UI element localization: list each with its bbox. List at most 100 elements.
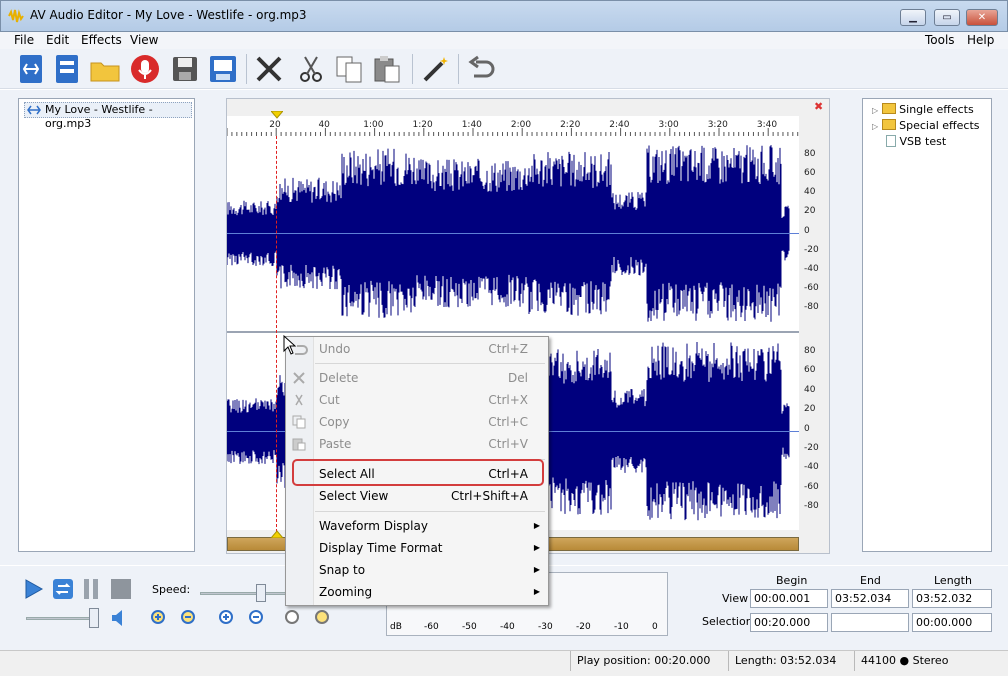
- save-icon: [173, 57, 197, 81]
- close-file-icon[interactable]: ✖: [814, 100, 823, 113]
- db-label: -20: [804, 442, 819, 453]
- menu-item-paste[interactable]: Paste Ctrl+V: [286, 433, 548, 455]
- db-label: 20: [804, 206, 816, 217]
- speaker-icon[interactable]: [110, 608, 128, 628]
- submenu-arrow-icon: ▶: [533, 543, 540, 552]
- meter-label: -60: [424, 622, 439, 632]
- menu-effects[interactable]: Effects: [81, 33, 122, 47]
- save-button[interactable]: [168, 52, 202, 86]
- length-header: Length: [934, 574, 972, 587]
- db-scale-right: 80 60 40 20 0 -20 -40 -60 -80: [800, 333, 828, 530]
- paste-button[interactable]: [370, 52, 404, 86]
- db-label: -40: [804, 462, 819, 473]
- db-label: -60: [804, 282, 819, 293]
- speed-slider-thumb[interactable]: [256, 584, 266, 602]
- delete-button[interactable]: [252, 52, 286, 86]
- meter-label: -50: [462, 622, 477, 632]
- menu-help[interactable]: Help: [967, 33, 994, 47]
- toolbar-separator: [246, 54, 247, 84]
- close-window-button[interactable]: ✕: [966, 9, 998, 26]
- folder-icon: [881, 103, 896, 114]
- cut-icon: [295, 394, 303, 406]
- window-title: AV Audio Editor - My Love - Westlife - o…: [30, 8, 307, 22]
- select-all-highlight: [292, 459, 544, 486]
- meter-label: -40: [500, 622, 515, 632]
- view-begin-field[interactable]: 00:00.001: [750, 589, 828, 608]
- status-play-position: Play position: 00:20.000: [570, 651, 728, 671]
- undo-icon: [468, 55, 495, 78]
- cursor-marker-icon[interactable]: [271, 530, 283, 538]
- menu-item-select-view[interactable]: Select View Ctrl+Shift+A: [286, 485, 548, 507]
- open-list-button[interactable]: [50, 52, 84, 86]
- menu-item-delete[interactable]: Delete Del: [286, 367, 548, 389]
- submenu-arrow-icon: ▶: [533, 587, 540, 596]
- audio-file-icon: [27, 105, 41, 115]
- record-button[interactable]: [128, 52, 162, 86]
- meter-label: -10: [614, 622, 629, 632]
- menu-view[interactable]: View: [130, 33, 158, 47]
- db-label: 80: [804, 149, 816, 159]
- menu-tools[interactable]: Tools: [925, 33, 955, 47]
- zoom-reset-icon[interactable]: [312, 609, 332, 627]
- playhead-marker-icon[interactable]: [271, 111, 283, 119]
- open-folder-button[interactable]: [88, 52, 122, 86]
- selection-end-field[interactable]: [831, 613, 909, 632]
- toolbar-separator: [458, 54, 459, 84]
- meter-label: 0: [652, 622, 658, 632]
- cut-button[interactable]: [294, 52, 328, 86]
- menu-item-undo[interactable]: Undo Ctrl+Z: [286, 338, 548, 360]
- status-length: Length: 03:52.034: [728, 651, 854, 671]
- stop-icon[interactable]: [110, 578, 132, 600]
- db-label: 0: [804, 423, 810, 434]
- menu-item-waveform-display[interactable]: Waveform Display ▶: [286, 515, 548, 537]
- meter-label: -30: [538, 622, 553, 632]
- zoom-selection-icon[interactable]: [216, 609, 236, 627]
- play-icon[interactable]: [24, 578, 44, 600]
- zoom-fit-icon[interactable]: [246, 609, 266, 627]
- selection-length-field[interactable]: 00:00.000: [912, 613, 992, 632]
- menu-file[interactable]: File: [14, 33, 34, 47]
- selection-begin-field[interactable]: 00:20.000: [750, 613, 828, 632]
- open-list-icon: [56, 55, 78, 83]
- loop-icon[interactable]: [52, 578, 74, 600]
- zoom-out-icon[interactable]: [180, 609, 198, 627]
- db-label: -80: [804, 302, 819, 312]
- zoom-all-icon[interactable]: [282, 609, 302, 627]
- effects-panel: [862, 98, 992, 552]
- effects-item-vsb[interactable]: VSB test: [886, 135, 946, 148]
- folder-icon: [881, 119, 896, 130]
- volume-slider[interactable]: [26, 617, 96, 620]
- db-label: -20: [804, 244, 819, 255]
- view-end-field[interactable]: 03:52.034: [831, 589, 909, 608]
- meter-scale: dB -60 -50 -40 -30 -20 -10 0: [388, 622, 666, 636]
- zoom-in-icon[interactable]: [150, 609, 168, 627]
- undo-button[interactable]: [464, 52, 498, 86]
- volume-slider-thumb[interactable]: [89, 608, 99, 628]
- ruler-ticks: [227, 128, 799, 136]
- new-icon: [20, 55, 42, 83]
- speed-slider[interactable]: [200, 592, 290, 595]
- pause-icon[interactable]: [82, 578, 100, 600]
- effects-item-special[interactable]: ▷ Special effects: [872, 119, 980, 132]
- menu-item-display-time-format[interactable]: Display Time Format ▶: [286, 537, 548, 559]
- view-length-field[interactable]: 03:52.032: [912, 589, 992, 608]
- copy-button[interactable]: [332, 52, 366, 86]
- waveform-channel-left[interactable]: [226, 136, 799, 331]
- menu-item-zooming[interactable]: Zooming ▶: [286, 581, 548, 603]
- menu-edit[interactable]: Edit: [46, 33, 69, 47]
- db-label: 80: [804, 346, 816, 356]
- menu-item-snap-to[interactable]: Snap to ▶: [286, 559, 548, 581]
- effects-item-single[interactable]: ▷ Single effects: [872, 103, 974, 116]
- save-as-button[interactable]: [206, 52, 240, 86]
- effects-wand-button[interactable]: [418, 52, 452, 86]
- db-label: 60: [804, 168, 816, 179]
- new-button[interactable]: [14, 52, 48, 86]
- file-list-item[interactable]: My Love - Westlife - org.mp3: [24, 102, 192, 130]
- menu-item-cut[interactable]: Cut Ctrl+X: [286, 389, 548, 411]
- maximize-button[interactable]: ▭: [934, 9, 960, 26]
- copy-icon: [292, 415, 306, 429]
- db-label: 40: [804, 187, 816, 198]
- time-ruler[interactable]: 20 40 1:00 1:20 1:40 2:00 2:20 2:40 3:00 3:20 3:40: [227, 116, 799, 136]
- menu-item-copy[interactable]: Copy Ctrl+C: [286, 411, 548, 433]
- minimize-button[interactable]: ▁: [900, 9, 926, 26]
